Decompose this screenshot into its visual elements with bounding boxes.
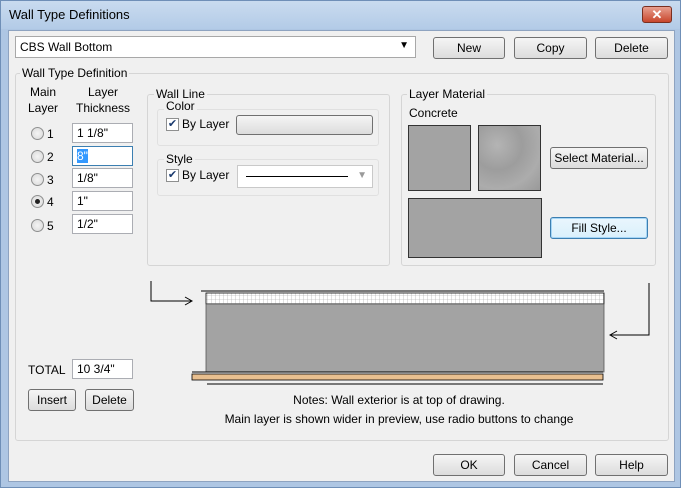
layer-2-radio[interactable] xyxy=(31,150,44,163)
layer-5-radio[interactable] xyxy=(31,219,44,232)
cancel-button[interactable]: Cancel xyxy=(514,454,587,476)
thickness-header-1: Layer xyxy=(87,85,119,99)
layer-2-number: 2 xyxy=(47,150,54,164)
new-button[interactable]: New xyxy=(433,37,505,59)
layer-4-band xyxy=(191,373,604,381)
material-fill-preview xyxy=(408,198,542,258)
exterior-arrow-icon xyxy=(150,281,194,306)
delete-layer-button[interactable]: Delete xyxy=(85,389,134,411)
layer-5-thickness-input[interactable]: 1/2" xyxy=(72,214,133,234)
style-by-layer-label: By Layer xyxy=(182,168,230,182)
layer-3-radio[interactable] xyxy=(31,173,44,186)
layer-3-thickness-input[interactable]: 1/8" xyxy=(72,168,133,188)
line-style-select[interactable]: ▼ xyxy=(237,165,373,188)
total-label: TOTAL xyxy=(28,363,66,377)
layer-1-thickness-input[interactable]: 1 1/8" xyxy=(72,123,133,143)
material-color-swatch xyxy=(408,125,471,191)
close-icon: ✕ xyxy=(651,7,663,22)
wall-type-definition-title: Wall Type Definition xyxy=(20,66,130,80)
layer-2-thickness-selected-text: 8" xyxy=(77,149,88,163)
layer-2-thickness-input[interactable]: 8" xyxy=(72,146,133,166)
style-by-layer-checkbox[interactable]: ✔ xyxy=(166,169,179,182)
notes-line-1: Notes: Wall exterior is at top of drawin… xyxy=(293,393,505,407)
layer-4-number: 4 xyxy=(47,195,54,209)
delete-type-button[interactable]: Delete xyxy=(595,37,668,59)
close-button[interactable]: ✕ xyxy=(642,6,672,23)
dialog-window: Wall Type Definitions ✕ CBS Wall Bottom … xyxy=(0,0,681,488)
help-button[interactable]: Help xyxy=(595,454,668,476)
color-picker-button[interactable] xyxy=(236,115,373,135)
main-layer-header-2: Layer xyxy=(27,101,59,115)
layer-material-title: Layer Material xyxy=(407,87,488,101)
material-texture-swatch xyxy=(478,125,541,191)
style-label: Style xyxy=(164,152,195,166)
select-material-button[interactable]: Select Material... xyxy=(550,147,648,169)
color-label: Color xyxy=(164,99,197,113)
main-layer-header-1: Main xyxy=(29,85,56,99)
color-by-layer-checkbox[interactable]: ✔ xyxy=(166,118,179,131)
interior-arrow-icon xyxy=(608,283,650,340)
thickness-header-2: Thickness xyxy=(75,101,131,115)
layer-1-band xyxy=(205,292,605,305)
copy-button[interactable]: Copy xyxy=(514,37,587,59)
insert-layer-button[interactable]: Insert xyxy=(28,389,76,411)
layer-1-radio[interactable] xyxy=(31,127,44,140)
color-by-layer-label: By Layer xyxy=(182,117,230,131)
wall-type-select[interactable]: CBS Wall Bottom ▼ xyxy=(15,36,416,58)
layer-2-band xyxy=(205,303,605,373)
wall-preview xyxy=(150,281,650,373)
wall-preview-lower xyxy=(191,371,604,385)
layer-3-number: 3 xyxy=(47,173,54,187)
fill-style-button[interactable]: Fill Style... xyxy=(550,217,648,239)
notes-line-2: Main layer is shown wider in preview, us… xyxy=(224,412,574,426)
layer-5-number: 5 xyxy=(47,219,54,233)
wall-type-select-value: CBS Wall Bottom xyxy=(20,40,113,54)
dialog-body: CBS Wall Bottom ▼ New Copy Delete Wall T… xyxy=(8,30,675,482)
material-name-label: Concrete xyxy=(409,106,458,120)
layer-4-radio[interactable] xyxy=(31,195,44,208)
chevron-down-icon: ▼ xyxy=(357,170,367,181)
line-style-preview xyxy=(246,176,348,177)
ok-button[interactable]: OK xyxy=(433,454,505,476)
window-title: Wall Type Definitions xyxy=(9,7,130,22)
layer-1-number: 1 xyxy=(47,127,54,141)
title-bar[interactable]: Wall Type Definitions ✕ xyxy=(1,1,680,29)
layer-4-thickness-input[interactable]: 1" xyxy=(72,191,133,211)
chevron-down-icon: ▼ xyxy=(399,40,409,51)
total-thickness-value: 10 3/4" xyxy=(72,359,133,379)
